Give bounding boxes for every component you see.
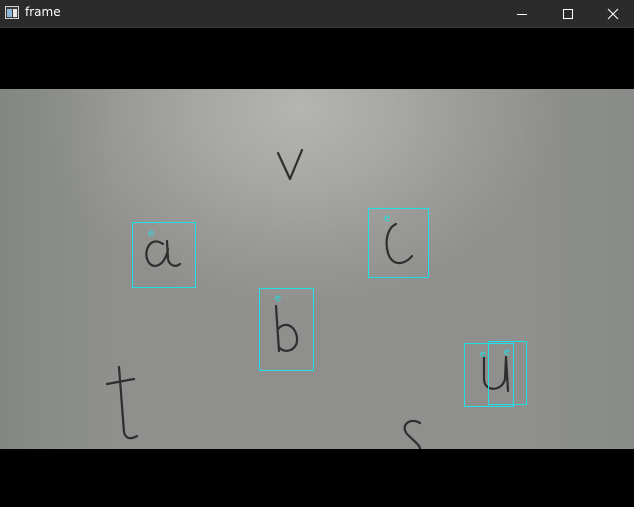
close-button[interactable] — [591, 0, 634, 28]
close-icon — [607, 8, 618, 20]
minimize-icon — [517, 14, 527, 15]
detection-label: e — [480, 349, 487, 360]
detection-box-c: e — [368, 208, 429, 278]
detection-label: e — [504, 347, 511, 358]
maximize-icon — [563, 9, 573, 19]
detection-label: e — [384, 213, 391, 224]
window-icon — [5, 6, 19, 19]
detection-box-a: e — [132, 222, 196, 288]
application-window: frame e e e e e — [0, 0, 634, 507]
minimize-button[interactable] — [499, 0, 545, 28]
detection-box-b: e — [259, 288, 314, 371]
detection-label: e — [148, 228, 155, 239]
letter-t-mark — [105, 365, 139, 440]
title-bar[interactable]: frame — [0, 0, 634, 28]
letter-v-mark — [276, 148, 304, 181]
letter-s-mark — [403, 419, 422, 449]
handwritten-letters — [105, 148, 510, 449]
maximize-button[interactable] — [545, 0, 591, 28]
camera-frame: e e e e e — [0, 89, 634, 449]
detection-box-u-right: e — [488, 341, 527, 405]
frame-client-area: e e e e e — [0, 29, 634, 507]
detection-label: e — [275, 293, 282, 304]
window-title: frame — [25, 5, 61, 19]
